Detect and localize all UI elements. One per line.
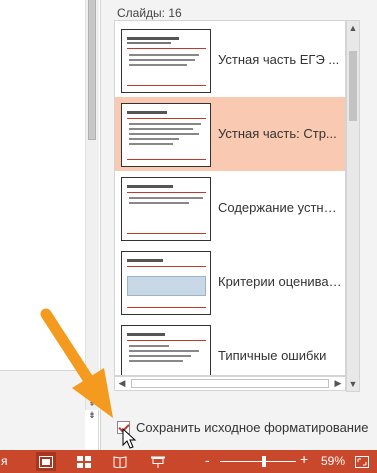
zoom-level[interactable]: 59% xyxy=(321,454,345,468)
slide-item-1[interactable]: Устная часть ЕГЭ ... xyxy=(115,23,345,97)
zoom-slider[interactable] xyxy=(220,456,296,467)
zoom-slider-knob[interactable] xyxy=(262,456,266,467)
slide-item-2[interactable]: Устная часть: Стр... xyxy=(115,97,345,171)
slide-thumbnail xyxy=(121,251,211,315)
slide-title: Устная часть: Стр... xyxy=(218,126,337,141)
slide-title: Критерии оценивания: xyxy=(218,274,342,289)
fit-to-window-icon[interactable] xyxy=(352,452,372,471)
slide-thumbnail xyxy=(121,177,211,241)
zoom-in-button[interactable]: + xyxy=(300,451,308,467)
scroll-up-icon[interactable]: ▲ xyxy=(347,21,359,35)
slide-list-scrollbar[interactable]: ▲ ▼ xyxy=(346,20,360,392)
slide-list: Устная часть ЕГЭ ... Устная часть: Стр..… xyxy=(114,20,346,376)
status-text: я xyxy=(1,454,8,468)
slideshow-icon[interactable] xyxy=(148,452,168,471)
slide-item-3[interactable]: Содержание устной... xyxy=(115,171,345,245)
reuse-slides-pane: Слайды: 16 Устная часть ЕГЭ ... Устная ч… xyxy=(100,0,377,450)
powerpoint-window: ⇞ ⇟ Слайды: 16 Устная часть ЕГЭ ... Устн… xyxy=(0,0,377,473)
normal-view-icon[interactable] xyxy=(36,452,56,471)
keep-formatting-option[interactable]: Сохранить исходное форматирование xyxy=(117,418,368,436)
slide-title: Содержание устной... xyxy=(218,200,342,215)
reading-view-icon[interactable] xyxy=(110,452,130,471)
slide-title: Типичные ошибки xyxy=(218,348,327,363)
scroll-right-icon[interactable]: ▶ xyxy=(332,377,344,390)
annotation-arrow-icon xyxy=(40,308,113,418)
mouse-pointer-icon xyxy=(122,428,137,449)
slide-item-5[interactable]: Типичные ошибки xyxy=(115,319,345,375)
slide-item-4[interactable]: Критерии оценивания: xyxy=(115,245,345,319)
zoom-out-button[interactable]: - xyxy=(205,452,210,468)
slide-thumbnail xyxy=(121,103,211,167)
slide-list-scroll-thumb[interactable] xyxy=(349,51,357,121)
slide-list-hscrollbar[interactable]: ◀ ▶ xyxy=(114,376,346,391)
slide-sorter-icon[interactable] xyxy=(74,452,94,471)
slide-thumbnail xyxy=(121,325,211,375)
status-bar: я - + 59% xyxy=(0,450,377,473)
slide-count: Слайды: 16 xyxy=(117,6,182,20)
slide-thumbnail xyxy=(121,29,211,93)
hscroll-thumb[interactable] xyxy=(131,379,329,388)
keep-formatting-label: Сохранить исходное форматирование xyxy=(136,419,369,435)
scroll-down-icon[interactable]: ▼ xyxy=(347,377,359,391)
slide-title: Устная часть ЕГЭ ... xyxy=(218,52,340,67)
editor-scrollbar-thumb[interactable] xyxy=(88,0,96,140)
